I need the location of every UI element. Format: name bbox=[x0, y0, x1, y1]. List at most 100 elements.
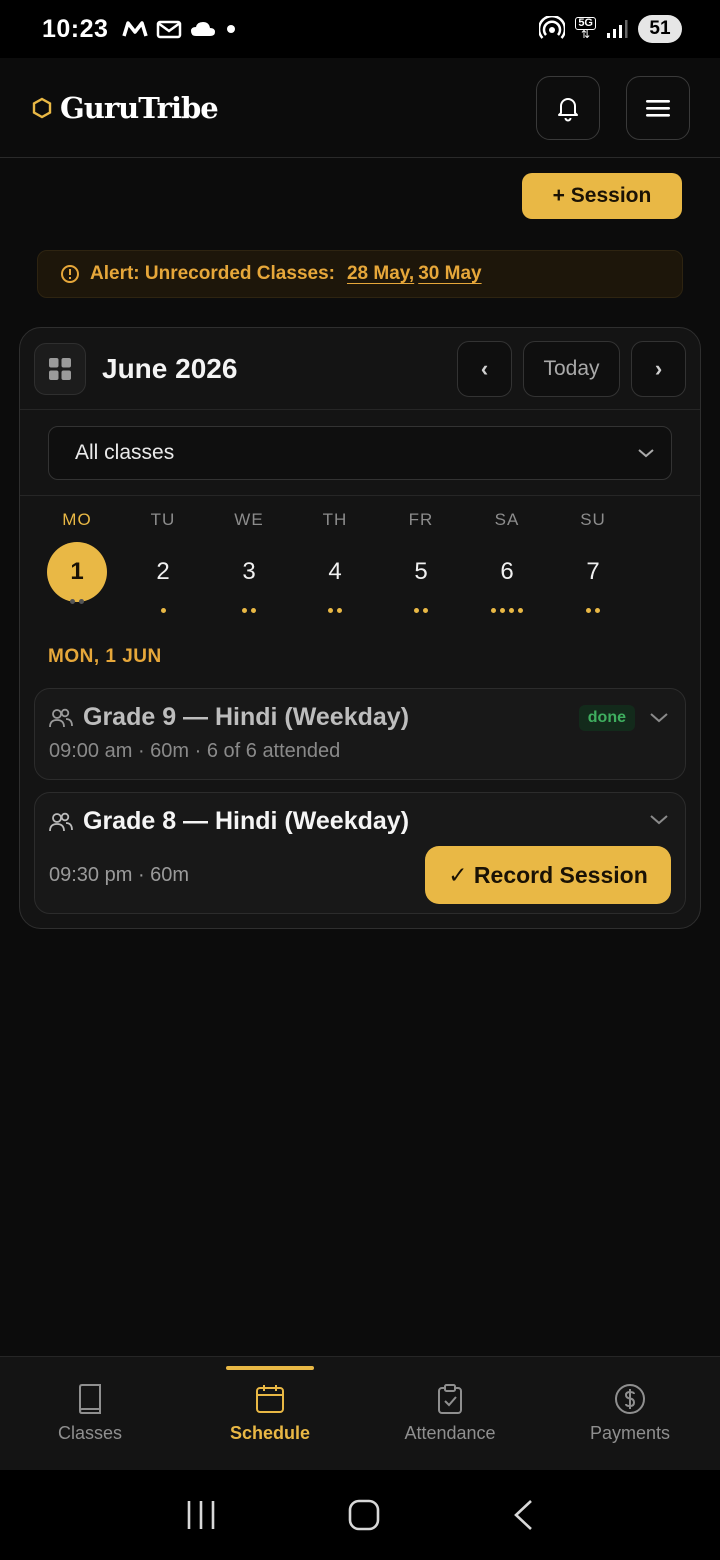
session-dots bbox=[34, 599, 120, 605]
day-number: 5 bbox=[414, 558, 428, 585]
back-icon[interactable] bbox=[511, 1498, 535, 1532]
nav-label: Classes bbox=[57, 1423, 123, 1443]
day-number: 2 bbox=[156, 558, 170, 585]
m-app-icon bbox=[122, 21, 149, 37]
cloud-icon bbox=[191, 22, 216, 36]
notification-dot-icon bbox=[227, 25, 236, 33]
nav-item-classes[interactable]: Classes bbox=[0, 1357, 180, 1470]
dollar-circle-icon bbox=[615, 1384, 645, 1414]
nav-item-attendance[interactable]: Attendance bbox=[360, 1357, 540, 1470]
chevron-down-icon bbox=[650, 814, 668, 824]
day-number: 6 bbox=[500, 558, 514, 585]
view-toggle-button[interactable] bbox=[34, 342, 86, 395]
status-left-icons bbox=[122, 19, 238, 39]
battery-indicator: 51 bbox=[638, 15, 682, 43]
session-dot bbox=[79, 599, 84, 604]
day-number: 4 bbox=[328, 558, 342, 585]
session-dot bbox=[70, 599, 75, 604]
home-icon[interactable] bbox=[347, 1498, 381, 1532]
book-icon bbox=[79, 1384, 101, 1414]
alert-date-link-2[interactable]: 30 May bbox=[418, 263, 481, 285]
day-friday[interactable]: FR 5 bbox=[378, 496, 464, 614]
session-dots bbox=[378, 608, 464, 614]
menu-button[interactable] bbox=[626, 75, 690, 140]
week-strip: MO 1 TU 2 WE 3 TH 4 FR 5 SA 6 SU 7 bbox=[20, 496, 700, 616]
session-dot bbox=[595, 608, 600, 613]
session-dots bbox=[550, 608, 636, 614]
alert-circle-icon bbox=[61, 265, 79, 283]
clipboard-check-icon bbox=[438, 1384, 462, 1414]
class-filter-select[interactable]: All classes bbox=[48, 426, 672, 480]
alert-date-link-1[interactable]: 28 May, bbox=[347, 263, 414, 285]
calendar-card: June 2026 ‹ Today › All classes MO 1 TU … bbox=[19, 327, 701, 929]
grid-icon bbox=[49, 357, 71, 380]
status-bar: 10:23 5G ⇅ 51 bbox=[0, 0, 720, 58]
day-number: 3 bbox=[242, 558, 256, 585]
day-number: 7 bbox=[586, 558, 600, 585]
session-meta: 09:00 am · 60m · 6 of 6 attended bbox=[49, 740, 341, 762]
session-dot bbox=[423, 608, 428, 613]
signal-icon bbox=[607, 20, 628, 38]
prev-month-button[interactable]: ‹ bbox=[457, 340, 512, 397]
day-label: SA bbox=[494, 510, 520, 529]
alert-label: Alert: Unrecorded Classes: bbox=[90, 263, 335, 284]
session-dot bbox=[518, 608, 523, 613]
day-wednesday[interactable]: WE 3 bbox=[206, 496, 292, 614]
chevron-down-icon bbox=[638, 449, 654, 458]
hexagon-icon bbox=[32, 97, 52, 118]
nav-label: Payments bbox=[589, 1423, 671, 1443]
next-month-button[interactable]: › bbox=[631, 340, 686, 397]
users-icon bbox=[49, 708, 73, 727]
add-session-button[interactable]: + Session bbox=[522, 173, 682, 219]
session-title: Grade 9 — Hindi (Weekday) bbox=[83, 703, 410, 731]
hotspot-icon bbox=[539, 16, 566, 39]
session-dot bbox=[160, 608, 166, 613]
nav-item-payments[interactable]: Payments bbox=[540, 1357, 720, 1470]
unrecorded-alert: Alert: Unrecorded Classes: 28 May, 30 Ma… bbox=[37, 250, 683, 298]
calendar-icon bbox=[256, 1385, 284, 1413]
hamburger-menu-icon bbox=[646, 99, 670, 117]
day-label: SU bbox=[580, 510, 606, 529]
session-dots bbox=[206, 608, 292, 614]
session-dot bbox=[509, 608, 514, 613]
class-filter-row: All classes bbox=[20, 410, 700, 496]
session-dot bbox=[337, 608, 342, 613]
session-dot bbox=[491, 608, 496, 613]
notifications-button[interactable] bbox=[536, 75, 600, 140]
session-meta: 09:30 pm · 60m bbox=[49, 863, 190, 886]
recent-apps-icon[interactable] bbox=[185, 1499, 217, 1531]
status-badge: done bbox=[578, 704, 635, 731]
session-dot bbox=[251, 608, 256, 613]
session-dot bbox=[414, 608, 419, 613]
day-saturday[interactable]: SA 6 bbox=[464, 496, 550, 614]
day-label: TU bbox=[150, 510, 176, 529]
day-sunday[interactable]: SU 7 bbox=[550, 496, 636, 614]
day-label: MO bbox=[62, 510, 92, 529]
system-navigation-bar bbox=[0, 1470, 720, 1560]
nav-label: Schedule bbox=[229, 1423, 311, 1443]
session-dot bbox=[328, 608, 333, 613]
bottom-navigation: Classes Schedule Attendance Payments bbox=[0, 1356, 720, 1470]
5g-icon: 5G ⇅ bbox=[575, 17, 596, 41]
session-card[interactable]: Grade 9 — Hindi (Weekday) done 09:00 am … bbox=[34, 688, 686, 780]
session-card[interactable]: Grade 8 — Hindi (Weekday) 09:30 pm · 60m… bbox=[34, 792, 686, 914]
brand-logo[interactable]: GuruTribe bbox=[32, 90, 219, 125]
session-dot bbox=[500, 608, 505, 613]
active-tab-indicator bbox=[226, 1366, 314, 1370]
expand-toggle[interactable] bbox=[649, 813, 669, 831]
chevron-down-icon[interactable] bbox=[649, 712, 669, 724]
brand-name: GuruTribe bbox=[60, 90, 219, 125]
today-button[interactable]: Today bbox=[523, 340, 620, 397]
selected-date-heading: MON, 1 JUN bbox=[48, 646, 162, 667]
day-monday[interactable]: MO 1 bbox=[34, 496, 120, 605]
day-tuesday[interactable]: TU 2 bbox=[120, 496, 206, 614]
day-thursday[interactable]: TH 4 bbox=[292, 496, 378, 614]
session-dot bbox=[242, 608, 247, 613]
bell-icon bbox=[558, 97, 578, 121]
day-label: TH bbox=[322, 510, 348, 529]
status-time: 10:23 bbox=[42, 14, 109, 43]
day-number: 1 bbox=[47, 542, 107, 602]
data-arrows-icon: ⇅ bbox=[581, 29, 591, 41]
nav-item-schedule[interactable]: Schedule bbox=[180, 1357, 360, 1470]
record-session-button[interactable]: ✓ Record Session bbox=[425, 846, 671, 904]
